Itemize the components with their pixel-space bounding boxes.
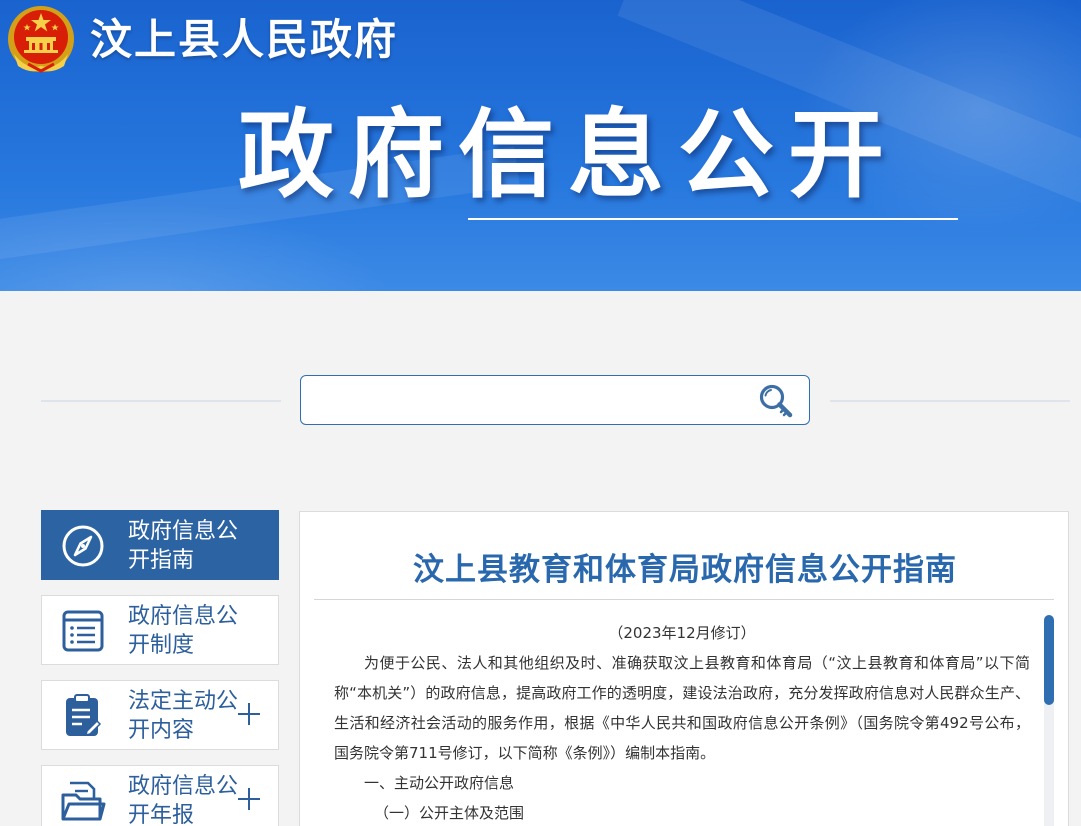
sidebar-item-label: 政府信息公开指南 bbox=[128, 519, 239, 573]
header-banner: 汶上县人民政府 政府信息公开 bbox=[0, 0, 1081, 291]
article-body: （2023年12月修订） 为便于公民、法人和其他组织及时、准确获取汶上县教育和体… bbox=[334, 618, 1030, 826]
subsection-heading: （一）公开主体及范围 bbox=[374, 804, 525, 822]
intro-paragraph: 为便于公民、法人和其他组织及时、准确获取汶上县教育和体育局（“汶上县教育和体育局… bbox=[334, 654, 1030, 762]
title-divider bbox=[314, 599, 1054, 600]
search-icon[interactable] bbox=[757, 382, 795, 420]
banner-underline bbox=[468, 218, 958, 220]
sidebar-item-guide[interactable]: 政府信息公开指南 bbox=[41, 510, 279, 580]
sidebar-item-label: 政府信息公开年报 bbox=[128, 774, 239, 826]
sidebar-item-system[interactable]: 政府信息公开制度 bbox=[41, 595, 279, 665]
sidebar-item-label: 法定主动公开内容 bbox=[128, 689, 239, 743]
article-title: 汶上县教育和体育局政府信息公开指南 bbox=[413, 552, 957, 588]
search-box bbox=[300, 375, 810, 425]
article-panel: 汶上县教育和体育局政府信息公开指南 （2023年12月修订） 为便于公民、法人和… bbox=[299, 511, 1069, 826]
national-emblem-icon[interactable] bbox=[6, 4, 76, 74]
site-name[interactable]: 汶上县人民政府 bbox=[90, 10, 398, 70]
clipboard-edit-icon bbox=[66, 694, 102, 737]
sidebar-item-label: 政府信息公开制度 bbox=[128, 604, 239, 658]
sidebar-item-annual-report[interactable]: 政府信息公开年报 bbox=[41, 765, 279, 826]
main-area: 政府信息公开指南 政府信息公开制度 法定主动公开内容 政府信息公开年报 汶上县教… bbox=[6, 291, 1081, 826]
revision-note: （2023年12月修订） bbox=[608, 624, 756, 642]
list-document-icon bbox=[62, 610, 104, 652]
compass-icon bbox=[62, 525, 104, 567]
open-folder-icon bbox=[61, 781, 106, 821]
section-heading: 一、主动公开政府信息 bbox=[364, 774, 515, 792]
search-divider-right bbox=[830, 400, 1070, 402]
scrollbar-thumb[interactable] bbox=[1044, 615, 1054, 705]
banner-title: 政府信息公开 bbox=[238, 99, 898, 211]
search-input[interactable] bbox=[313, 384, 743, 416]
expand-plus-icon[interactable] bbox=[238, 788, 260, 810]
sidebar-item-statutory-content[interactable]: 法定主动公开内容 bbox=[41, 680, 279, 750]
search-divider-left bbox=[41, 400, 281, 402]
expand-plus-icon[interactable] bbox=[238, 703, 260, 725]
